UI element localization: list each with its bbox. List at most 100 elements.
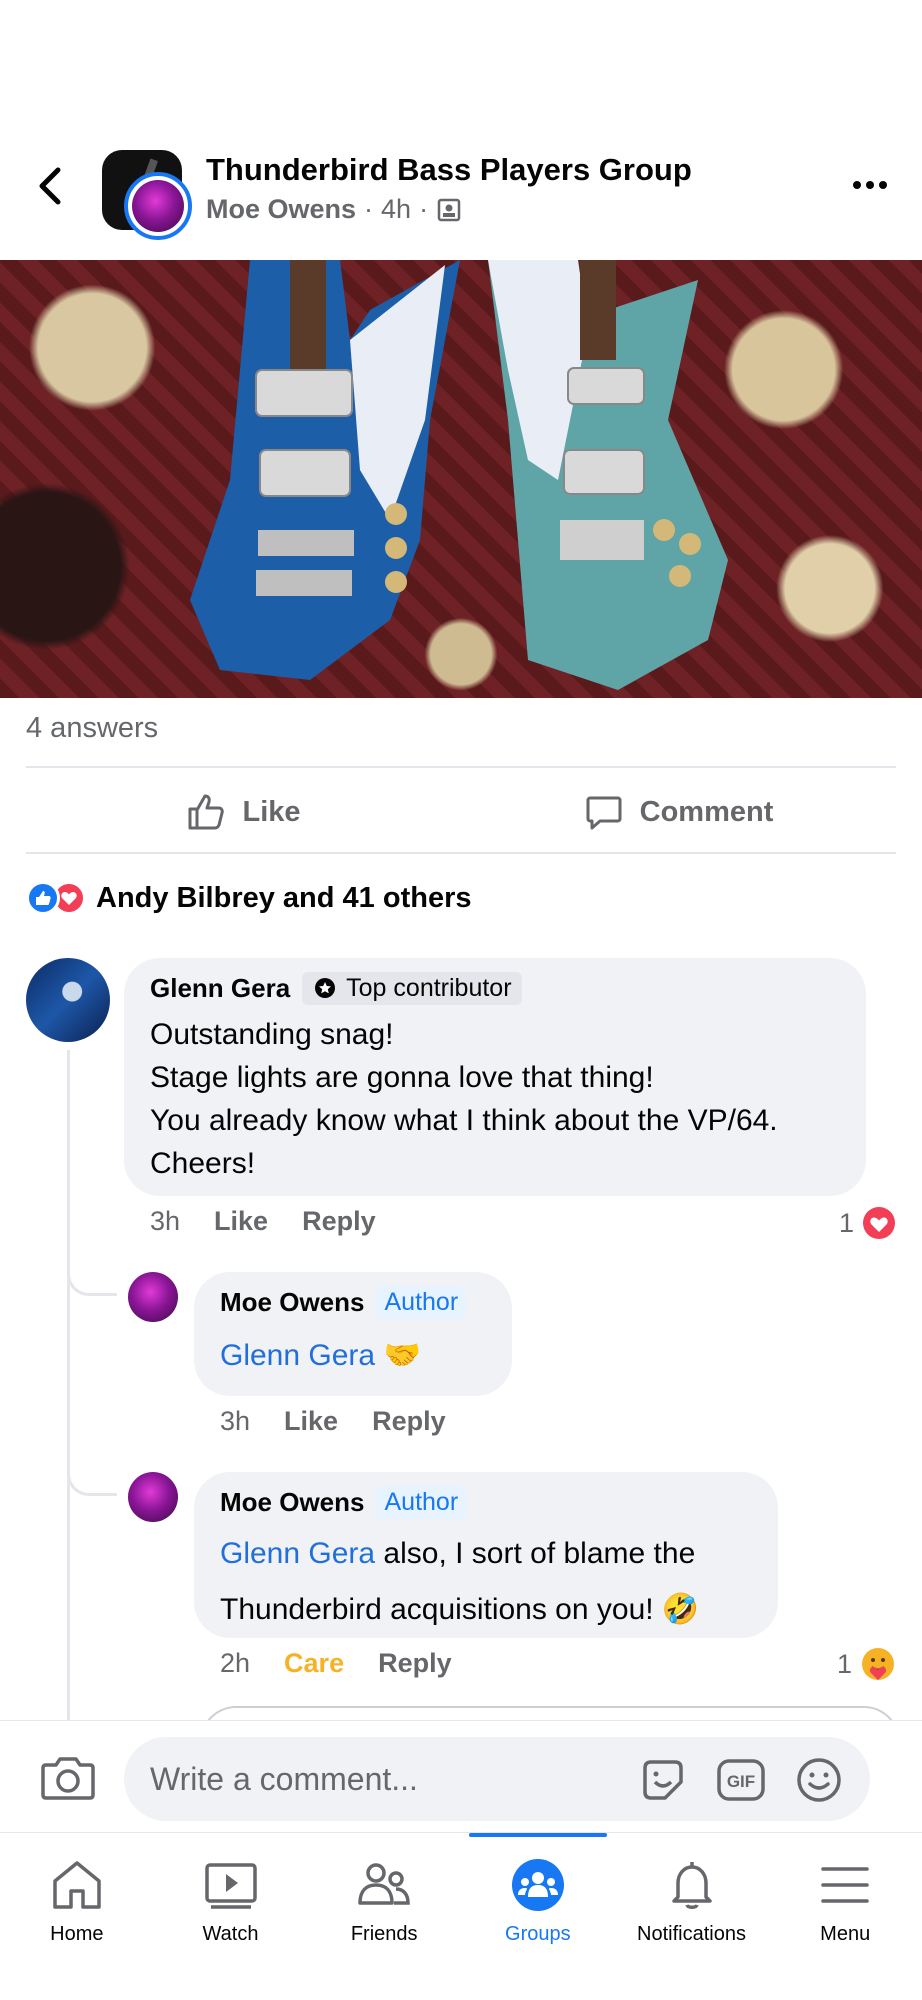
comment-button[interactable]: Comment [461, 770, 896, 854]
reply-actions: 3h Like Reply [220, 1406, 446, 1437]
emoji-button[interactable] [794, 1757, 844, 1803]
comment-like-button[interactable]: Like [214, 1206, 268, 1237]
care-reaction-icon [862, 1648, 894, 1680]
divider [26, 852, 896, 854]
comment-line: Cheers! [150, 1147, 256, 1180]
smiley-icon [797, 1758, 841, 1802]
thread-line [67, 1050, 70, 1730]
nav-watch[interactable]: Watch [154, 1833, 308, 2000]
reply-time[interactable]: 2h [220, 1648, 250, 1679]
comment-line: Outstanding snag! [150, 1018, 394, 1051]
nav-label: Watch [202, 1923, 259, 1945]
more-options-button[interactable] [848, 170, 892, 200]
comment-icon [586, 796, 622, 830]
group-title[interactable]: Thunderbird Bass Players Group [206, 152, 692, 188]
reactions-summary[interactable]: Andy Bilbrey and 41 others [26, 874, 472, 922]
comment-line: You already know what I think about the … [150, 1104, 778, 1137]
reply-avatar[interactable] [128, 1472, 178, 1522]
watch-icon [201, 1857, 261, 1913]
reply-text-line: Thunderbird acquisitions on you! 🤣 [220, 1593, 700, 1626]
meta-separator: · [419, 194, 429, 224]
reply-avatar[interactable] [128, 1272, 178, 1322]
award-icon [315, 977, 336, 998]
author-avatar[interactable] [124, 172, 192, 240]
comment-reaction-count[interactable]: 1 [839, 1206, 896, 1240]
group-members-icon [437, 198, 461, 221]
like-button[interactable]: Like [26, 770, 461, 854]
chevron-left-icon [39, 167, 61, 205]
svg-text:GIF: GIF [727, 1772, 755, 1791]
top-contributor-badge[interactable]: Top contributor [302, 972, 522, 1005]
reply-like-button[interactable]: Like [284, 1406, 338, 1437]
comment-line: Stage lights are gonna love that thing! [150, 1061, 654, 1094]
reply-author[interactable]: Moe Owens [220, 1287, 364, 1318]
reply-actions: 2h Care Reply [220, 1648, 452, 1679]
reply-care-button[interactable]: Care [284, 1648, 344, 1679]
camera-icon [41, 1757, 95, 1800]
love-reaction-icon [863, 1207, 895, 1239]
back-button[interactable] [30, 162, 70, 210]
meta-separator: · [364, 194, 374, 224]
friends-icon [354, 1857, 414, 1913]
comment-author[interactable]: Glenn Gera [150, 973, 290, 1004]
post-header: Thunderbird Bass Players Group Moe Owens… [0, 140, 922, 260]
gif-button[interactable]: GIF [716, 1757, 766, 1803]
reply-author[interactable]: Moe Owens [220, 1487, 364, 1518]
divider [26, 766, 896, 768]
commenter-avatar[interactable] [26, 958, 110, 1042]
reaction-count-number: 1 [838, 1207, 854, 1238]
blue-bass-guitar-image [190, 260, 460, 680]
nav-notifications[interactable]: Notifications [615, 1833, 769, 2000]
sticker-icon [643, 1760, 683, 1800]
nav-menu[interactable]: Menu [768, 1833, 922, 2000]
reply-reaction-count[interactable]: 1 [837, 1646, 896, 1682]
nav-label: Menu [820, 1923, 871, 1945]
thumbs-up-icon [188, 794, 225, 830]
nav-label: Notifications [637, 1923, 746, 1945]
comment-actions: 3h Like Reply [150, 1206, 376, 1237]
like-label: Like [242, 795, 301, 828]
comment-text: Outstanding snag! Stage lights are gonna… [150, 1013, 778, 1185]
post-author[interactable]: Moe Owens [206, 194, 356, 225]
reply-reply-button[interactable]: Reply [378, 1648, 452, 1679]
author-badge: Author [376, 1486, 467, 1519]
reply-branch [67, 1256, 117, 1296]
camera-button[interactable] [40, 1753, 96, 1801]
nav-groups[interactable]: Groups [461, 1833, 615, 2000]
reactions-text: Andy Bilbrey and 41 others [96, 881, 472, 914]
reply-bubble[interactable]: Moe Owens Author Glenn Gera also, I sort… [194, 1472, 778, 1638]
nav-label: Groups [505, 1923, 571, 1945]
reply-branch [67, 1456, 117, 1496]
post-meta: Moe Owens · 4h · [206, 194, 462, 225]
like-reaction-icon [26, 881, 60, 915]
post-photo[interactable] [0, 260, 922, 698]
bell-icon [662, 1857, 722, 1913]
nav-label: Home [50, 1923, 104, 1945]
sticker-button[interactable] [638, 1757, 688, 1803]
nav-label: Friends [350, 1923, 418, 1945]
green-bass-guitar-image [488, 260, 728, 690]
reply-text: Glenn Gera 🤝 [220, 1334, 421, 1377]
badge-label: Top contributor [346, 974, 512, 1002]
reply-time[interactable]: 3h [220, 1406, 250, 1437]
comment-time[interactable]: 3h [150, 1206, 180, 1237]
mention-link[interactable]: Glenn Gera [220, 1537, 375, 1570]
answers-count[interactable]: 4 answers [26, 712, 158, 745]
post-time[interactable]: 4h [381, 194, 411, 225]
bottom-navigation: Home Watch Friends Groups Notifications … [0, 1832, 922, 2000]
nav-friends[interactable]: Friends [307, 1833, 461, 2000]
comment-reply-button[interactable]: Reply [302, 1206, 376, 1237]
comment-composer: GIF [0, 1720, 922, 1832]
reply-text-line: also, I sort of blame the [375, 1537, 696, 1570]
post-action-row: Like Comment [26, 770, 896, 854]
reply-bubble[interactable]: Moe Owens Author Glenn Gera 🤝 [194, 1272, 512, 1396]
mention-link[interactable]: Glenn Gera [220, 1339, 375, 1372]
groups-icon [508, 1857, 568, 1913]
reaction-count-number: 1 [836, 1648, 852, 1679]
author-badge: Author [376, 1286, 467, 1319]
home-icon [47, 1857, 107, 1913]
comment-bubble[interactable]: Glenn Gera Top contributor Outstanding s… [124, 958, 866, 1196]
nav-home[interactable]: Home [0, 1833, 154, 2000]
reply-text: Glenn Gera also, I sort of blame the Thu… [220, 1526, 699, 1638]
reply-reply-button[interactable]: Reply [372, 1406, 446, 1437]
